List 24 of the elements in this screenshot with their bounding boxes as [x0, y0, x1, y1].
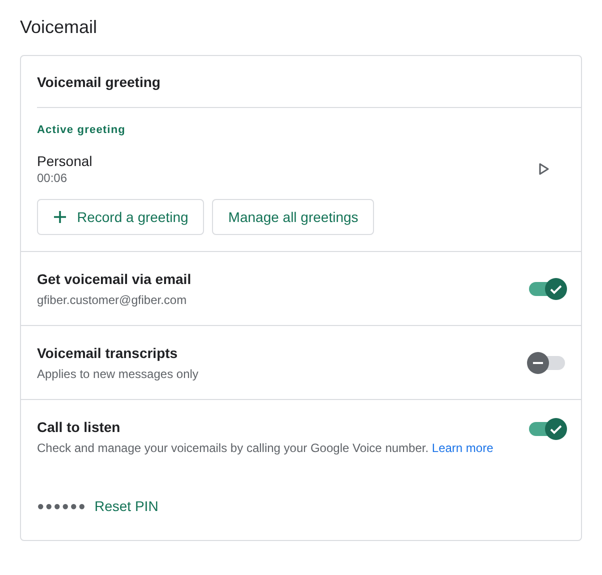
setting-description: gfiber.customer@gfiber.com	[37, 292, 188, 308]
setting-title: Voicemail transcripts	[37, 344, 179, 362]
setting-title: Get voicemail via email	[37, 270, 192, 288]
section-title: Voicemail greeting	[37, 74, 162, 90]
greeting-duration: 00:06	[37, 170, 68, 186]
greeting-button[interactable]: Manage all greetings	[212, 199, 374, 235]
greeting-button[interactable]: Record a greeting	[37, 199, 204, 235]
pin-mask: ●●●●●●	[37, 499, 86, 513]
greeting-name: Personal	[37, 152, 92, 170]
check-icon	[550, 284, 562, 294]
check-icon	[550, 424, 562, 434]
play-icon[interactable]	[537, 162, 551, 176]
section-label: Active greeting	[37, 124, 126, 136]
plus-icon	[53, 210, 67, 224]
toggle-switch[interactable]	[529, 352, 565, 374]
page-title: Voicemail	[20, 16, 98, 38]
reset-pin-link[interactable]: Reset PIN	[94, 498, 158, 514]
setting-description: Applies to new messages only	[37, 366, 198, 382]
setting-title: Call to listen	[37, 418, 122, 436]
toggle-switch[interactable]	[529, 418, 565, 440]
learn-more-link[interactable]: Learn more	[432, 441, 494, 455]
toggle-switch[interactable]	[529, 278, 565, 300]
minus-icon	[533, 362, 543, 364]
setting-description: Check and manage your voicemails by calling your Google Voice number. Learn more	[37, 440, 494, 456]
